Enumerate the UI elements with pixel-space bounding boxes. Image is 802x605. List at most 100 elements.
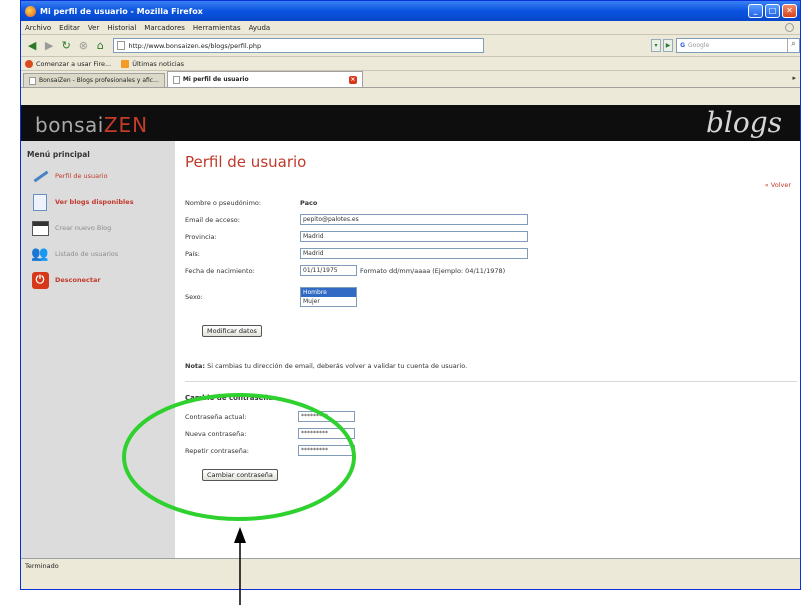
sidebar-item-perfil[interactable]: Perfil de usuario xyxy=(21,163,175,189)
note-text: Si cambias tu dirección de email, deberá… xyxy=(205,362,468,370)
country-field[interactable]: Madrid xyxy=(300,248,528,259)
close-tab-icon[interactable]: × xyxy=(348,75,357,84)
sidebar-item-crear-blog[interactable]: Crear nuevo Blog xyxy=(21,215,175,241)
pencil-icon xyxy=(31,167,49,185)
new-password-label: Nueva contraseña: xyxy=(185,429,247,438)
window-icon xyxy=(31,219,49,237)
birthdate-row: Fecha de nacimiento: 01/11/1975 Formato … xyxy=(185,265,505,276)
divider xyxy=(185,381,797,382)
search-box[interactable]: G Google ⌕ xyxy=(676,38,800,53)
search-placeholder: Google xyxy=(688,42,710,49)
sex-option-mujer[interactable]: Mujer xyxy=(301,297,356,306)
dropdown-icon[interactable]: ▾ xyxy=(651,39,662,52)
province-label: Provincia: xyxy=(185,232,217,241)
page-icon xyxy=(172,75,180,84)
bookmark-getting-started[interactable]: Comenzar a usar Fire... xyxy=(25,59,111,68)
sex-label: Sexo: xyxy=(185,293,203,301)
bookmark-label: Últimas noticias xyxy=(132,59,185,68)
sidebar-item-desconectar[interactable]: ⏻ Desconectar xyxy=(21,267,175,293)
new-password-row: Nueva contraseña: ********* xyxy=(185,428,355,439)
stop-icon[interactable]: ⊗ xyxy=(76,38,90,54)
users-icon: 👥 xyxy=(31,246,49,262)
nickname-label: Nombre o pseudónimo: xyxy=(185,199,262,207)
repeat-password-row: Repetir contraseña: ********* xyxy=(185,445,355,456)
sidebar-item-label: Ver blogs disponibles xyxy=(55,198,134,206)
status-bar: Terminado xyxy=(21,558,800,574)
window-controls: _ □ ✕ xyxy=(748,4,797,18)
menu-herramientas[interactable]: Herramientas xyxy=(193,24,241,32)
bookmark-latest-news[interactable]: Últimas noticias xyxy=(121,59,185,68)
birthdate-label: Fecha de nacimiento: xyxy=(185,266,255,275)
browser-window: Mi perfil de usuario - Mozilla Firefox _… xyxy=(20,0,801,590)
current-password-label: Contraseña actual: xyxy=(185,412,247,421)
firefox-icon xyxy=(25,5,36,17)
page-icon xyxy=(29,76,36,85)
menu-bar: Archivo Editar Ver Historial Marcadores … xyxy=(21,21,800,35)
nickname-value: Paco xyxy=(300,199,318,207)
current-password-row: Contraseña actual: ********* xyxy=(185,411,355,422)
url-bar[interactable]: http://www.bonsaizen.es/blogs/perfil.php xyxy=(113,38,485,53)
birthdate-field[interactable]: 01/11/1975 xyxy=(300,265,357,276)
site-header: bonsaiZEN blogs xyxy=(21,105,800,141)
document-icon xyxy=(31,193,49,211)
bonsaizen-logo[interactable]: bonsaiZEN xyxy=(35,113,148,137)
sidebar-item-label: Listado de usuarios xyxy=(55,250,119,258)
sidebar-item-ver-blogs[interactable]: Ver blogs disponibles xyxy=(21,189,175,215)
tab-bonsaizen[interactable]: BonsaiZen - Blogs profesionales y afic..… xyxy=(23,73,165,87)
google-icon[interactable]: G xyxy=(680,42,685,49)
repeat-password-field[interactable]: ********* xyxy=(298,445,355,456)
blogs-logo: blogs xyxy=(705,106,782,139)
email-note: Nota: Si cambias tu dirección de email, … xyxy=(185,362,467,370)
change-password-button[interactable]: Cambiar contraseña xyxy=(202,469,278,481)
tab-list-icon[interactable]: ▸ xyxy=(792,74,796,82)
menu-ver[interactable]: Ver xyxy=(88,24,99,32)
current-password-field[interactable]: ********* xyxy=(298,411,355,422)
menu-ayuda[interactable]: Ayuda xyxy=(249,24,271,32)
menu-editar[interactable]: Editar xyxy=(59,24,80,32)
password-section-title: Cambio de contraseña: xyxy=(185,394,276,402)
forward-arrow-icon[interactable]: ▶ xyxy=(42,38,56,54)
sex-select[interactable]: Hombre Mujer xyxy=(300,287,357,307)
email-field[interactable]: pepito@palotes.es xyxy=(300,214,528,225)
title-bar: Mi perfil de usuario - Mozilla Firefox _… xyxy=(21,1,800,21)
url-text: http://www.bonsaizen.es/blogs/perfil.php xyxy=(128,41,262,50)
repeat-password-label: Repetir contraseña: xyxy=(185,446,249,455)
logo-text-zen: ZEN xyxy=(103,113,149,137)
tab-label: Mi perfil de usuario xyxy=(182,76,249,83)
sex-option-hombre[interactable]: Hombre xyxy=(301,288,356,297)
close-button[interactable]: ✕ xyxy=(782,4,797,18)
modify-data-button[interactable]: Modificar datos xyxy=(202,325,262,337)
menu-marcadores[interactable]: Marcadores xyxy=(144,24,185,32)
email-row: Email de acceso: pepito@palotes.es xyxy=(185,214,528,225)
reload-icon[interactable]: ↻ xyxy=(59,38,73,54)
sex-row: Sexo: Hombre Mujer xyxy=(185,287,357,307)
minimize-button[interactable]: _ xyxy=(748,4,763,18)
back-link[interactable]: « Volver xyxy=(765,181,791,189)
sidebar-item-listado-usuarios[interactable]: 👥 Listado de usuarios xyxy=(21,241,175,267)
note-label: Nota: xyxy=(185,362,205,370)
rss-icon xyxy=(121,59,130,68)
new-password-field[interactable]: ********* xyxy=(298,428,355,439)
go-icon[interactable]: ▶ xyxy=(663,39,674,52)
search-icon[interactable]: ⌕ xyxy=(786,39,799,52)
province-row: Provincia: Madrid xyxy=(185,231,528,242)
tab-label: BonsaiZen - Blogs profesionales y afic..… xyxy=(39,77,159,84)
menu-archivo[interactable]: Archivo xyxy=(25,24,51,32)
back-arrow-icon[interactable]: ◀ xyxy=(25,38,39,54)
maximize-button[interactable]: □ xyxy=(765,4,780,18)
sidebar-item-label: Perfil de usuario xyxy=(55,172,108,180)
logo-text: bonsai xyxy=(35,113,104,137)
page-content: bonsaiZEN blogs Menú principal Perfil de… xyxy=(21,105,800,574)
window-title: Mi perfil de usuario - Mozilla Firefox xyxy=(40,6,203,16)
nickname-row: Nombre o pseudónimo: Paco xyxy=(185,199,317,207)
birthdate-hint: Formato dd/mm/aaaa (Ejemplo: 04/11/1978) xyxy=(360,266,506,275)
bookmarks-toolbar: Comenzar a usar Fire... Últimas noticias xyxy=(21,57,800,71)
sidebar: Menú principal Perfil de usuario Ver blo… xyxy=(21,141,175,574)
sidebar-item-label: Crear nuevo Blog xyxy=(55,224,112,232)
tab-mi-perfil[interactable]: Mi perfil de usuario × xyxy=(166,71,363,87)
firefox-icon xyxy=(25,59,33,68)
throbber-icon xyxy=(785,23,794,32)
menu-historial[interactable]: Historial xyxy=(107,24,136,32)
home-icon[interactable]: ⌂ xyxy=(93,38,107,54)
province-field[interactable]: Madrid xyxy=(300,231,528,242)
